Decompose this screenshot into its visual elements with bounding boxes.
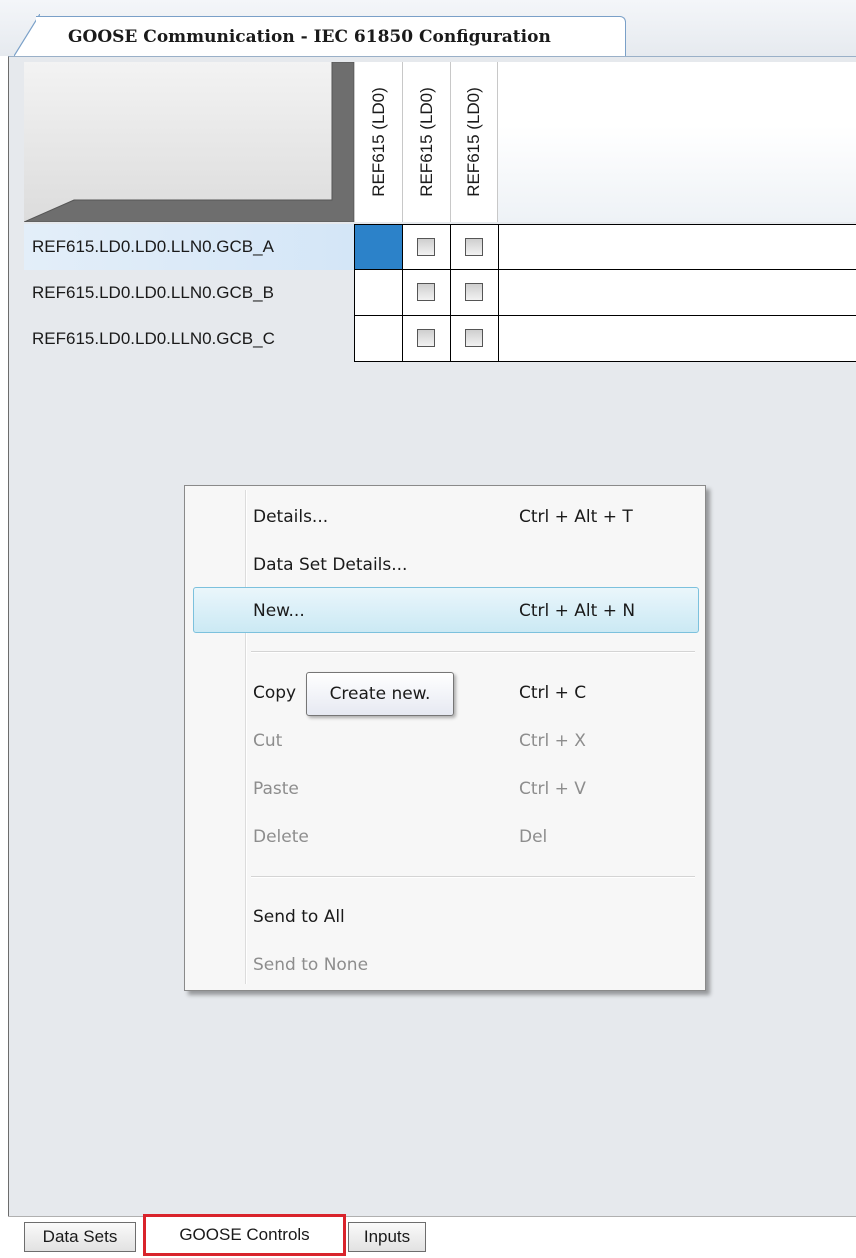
menu-item-details[interactable]: Details... Ctrl + Alt + T: [193, 498, 699, 536]
grid-cell[interactable]: [450, 270, 498, 316]
column-header-2[interactable]: REF615 (LD0): [402, 62, 450, 222]
menu-item-send-to-none[interactable]: Send to None: [193, 946, 699, 984]
column-header-1[interactable]: REF615 (LD0): [354, 62, 402, 222]
menu-item-label: Data Set Details...: [253, 555, 408, 575]
menu-item-send-to-all[interactable]: Send to All: [193, 898, 699, 936]
table-row[interactable]: REF615.LD0.LD0.LLN0.GCB_C: [24, 316, 856, 362]
tooltip-text: Create new.: [329, 684, 431, 704]
row-label: REF615.LD0.LD0.LLN0.GCB_A: [32, 237, 274, 256]
menu-item-label: Cut: [253, 731, 283, 751]
grid-cell-empty[interactable]: [354, 316, 402, 362]
grid-cell-empty[interactable]: [354, 270, 402, 316]
checkbox[interactable]: [417, 283, 435, 301]
checkbox[interactable]: [465, 238, 483, 256]
grid-cell[interactable]: [450, 316, 498, 362]
row-label: REF615.LD0.LD0.LLN0.GCB_B: [32, 283, 274, 302]
menu-item-shortcut: Ctrl + C: [519, 683, 587, 703]
menu-item-shortcut: Ctrl + V: [519, 779, 586, 799]
row-header-gcb-a[interactable]: REF615.LD0.LD0.LLN0.GCB_A: [24, 224, 354, 270]
menu-item-label: Send to None: [253, 955, 369, 975]
checkbox[interactable]: [417, 329, 435, 347]
table-row[interactable]: REF615.LD0.LD0.LLN0.GCB_B: [24, 270, 856, 316]
menu-item-label: Delete: [253, 827, 309, 847]
grid-row-filler: [498, 224, 856, 270]
menu-item-shortcut: Ctrl + Alt + T: [519, 507, 633, 527]
tab-inputs[interactable]: Inputs: [348, 1222, 426, 1252]
grid-row-filler: [498, 316, 856, 362]
tab-label: Data Sets: [42, 1227, 118, 1246]
menu-item-label: Copy: [253, 683, 297, 703]
menu-item-cut[interactable]: Cut Ctrl + X: [193, 722, 699, 760]
row-header-gcb-b[interactable]: REF615.LD0.LD0.LLN0.GCB_B: [24, 270, 354, 316]
menu-item-shortcut: Del: [519, 827, 548, 847]
column-header-3[interactable]: REF615 (LD0): [450, 62, 498, 222]
grid-cell[interactable]: [402, 316, 450, 362]
grid-cell[interactable]: [402, 224, 450, 270]
tooltip: Create new.: [306, 672, 454, 716]
menu-item-delete[interactable]: Delete Del: [193, 818, 699, 856]
menu-separator: [251, 876, 695, 878]
menu-item-shortcut: Ctrl + X: [519, 731, 586, 751]
column-header-label: REF615 (LD0): [416, 87, 436, 197]
tab-label: GOOSE Controls: [179, 1225, 310, 1244]
menu-item-new[interactable]: New... Ctrl + Alt + N: [193, 587, 699, 633]
menu-item-label: Details...: [253, 507, 329, 527]
tab-label: Inputs: [363, 1227, 411, 1246]
menu-item-paste[interactable]: Paste Ctrl + V: [193, 770, 699, 808]
grid-cell[interactable]: [450, 224, 498, 270]
grid-corner-header: [24, 62, 354, 222]
tab-data-sets[interactable]: Data Sets: [24, 1222, 136, 1252]
menu-item-label: New...: [253, 601, 305, 621]
grid-cell[interactable]: [402, 270, 450, 316]
menu-separator: [251, 651, 695, 653]
column-header-label: REF615 (LD0): [368, 87, 388, 197]
menu-item-shortcut: Ctrl + Alt + N: [519, 601, 636, 621]
row-header-gcb-c[interactable]: REF615.LD0.LD0.LLN0.GCB_C: [24, 316, 354, 362]
table-row[interactable]: REF615.LD0.LD0.LLN0.GCB_A: [24, 224, 856, 270]
menu-item-data-set-details[interactable]: Data Set Details...: [193, 546, 699, 584]
menu-item-label: Send to All: [253, 907, 345, 927]
menu-item-label: Paste: [253, 779, 299, 799]
context-menu: Details... Ctrl + Alt + T Data Set Detai…: [184, 485, 706, 991]
checkbox[interactable]: [465, 329, 483, 347]
checkbox[interactable]: [417, 238, 435, 256]
checkbox[interactable]: [465, 283, 483, 301]
column-header-label: REF615 (LD0): [464, 87, 483, 197]
grid-cell-selected[interactable]: [354, 224, 402, 270]
document-tab-title: GOOSE Communication - IEC 61850 Configur…: [68, 26, 551, 47]
grid-row-filler: [498, 270, 856, 316]
tab-goose-communication[interactable]: GOOSE Communication - IEC 61850 Configur…: [36, 16, 626, 56]
row-label: REF615.LD0.LD0.LLN0.GCB_C: [32, 329, 275, 348]
tab-goose-controls[interactable]: GOOSE Controls: [143, 1214, 346, 1256]
